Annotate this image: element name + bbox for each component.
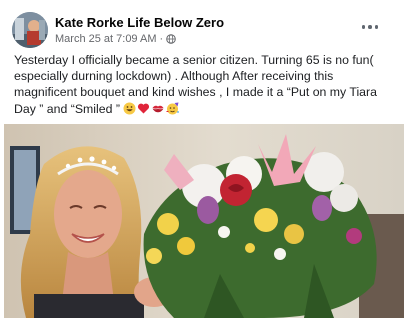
emoji-row	[123, 102, 180, 115]
partying-face-icon	[166, 102, 179, 115]
post-text-line: especially durning lockdown) . Although …	[14, 69, 334, 84]
kiss-mark-icon	[152, 105, 164, 112]
more-options-dot	[374, 25, 379, 29]
post-text: Yesterday I officially became a senior c…	[14, 52, 396, 117]
author-avatar[interactable]	[12, 12, 48, 48]
post-text-line: Day ” and “Smiled ”	[14, 101, 120, 116]
post-meta: March 25 at 7:09 AM ·	[55, 33, 176, 45]
meta-separator: ·	[159, 33, 164, 45]
red-heart-icon	[137, 103, 149, 114]
more-options-icon	[361, 25, 366, 29]
post-photo[interactable]	[4, 124, 404, 318]
post-timestamp[interactable]: March 25 at 7:09 AM	[55, 33, 157, 45]
author-name[interactable]: Kate Rorke Life Below Zero	[55, 15, 224, 30]
avatar-image	[12, 12, 48, 48]
post-text-last-line: Day ” and “Smiled ”	[14, 101, 396, 117]
post-header: Kate Rorke Life Below Zero March 25 at 7…	[12, 12, 395, 52]
grinning-face-icon	[123, 102, 136, 115]
photo-woman-with-bouquet	[4, 124, 404, 318]
post-text-line: magnificent bouquet and kind wishes , I …	[14, 85, 377, 100]
more-options-button[interactable]	[359, 18, 381, 36]
facebook-post: Kate Rorke Life Below Zero March 25 at 7…	[0, 0, 407, 321]
post-text-line: Yesterday I officially became a senior c…	[14, 53, 374, 67]
globe-icon[interactable]	[166, 34, 176, 44]
more-options-dot	[368, 25, 372, 29]
